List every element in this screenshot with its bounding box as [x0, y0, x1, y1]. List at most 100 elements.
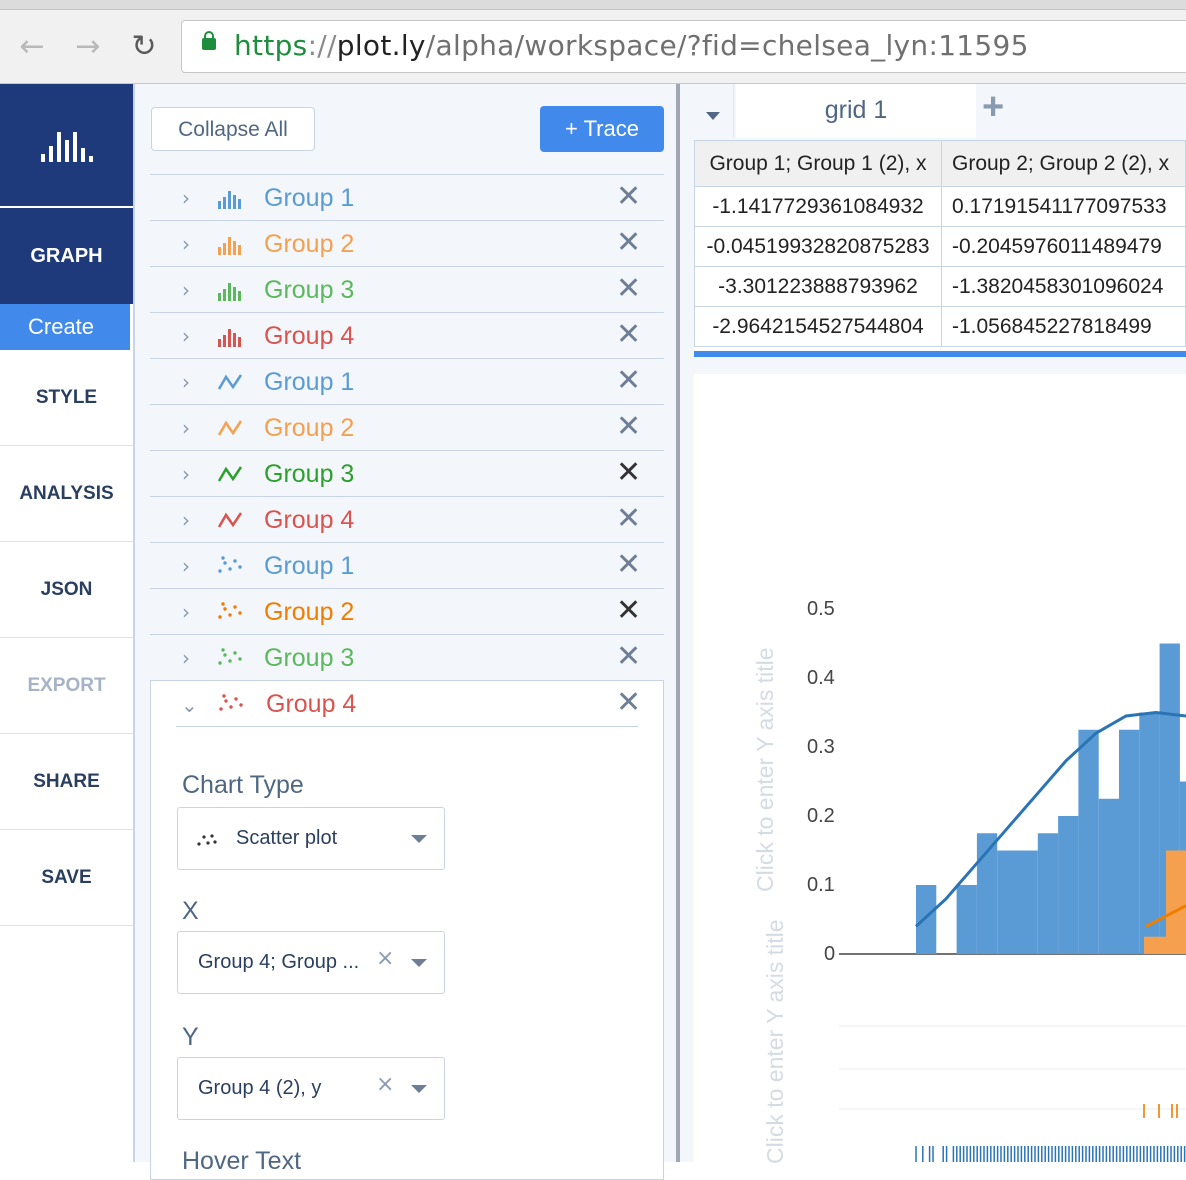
close-icon[interactable]: ✕ [616, 593, 641, 628]
chevron-right-icon[interactable]: › [182, 602, 190, 622]
chevron-down-icon[interactable] [411, 959, 427, 967]
trace-label: Group 2 [264, 598, 355, 626]
grid-cell[interactable]: -1.1417729361084932 [694, 186, 942, 227]
trace-row[interactable]: › Group 1 ✕ [150, 542, 664, 588]
grid-dropdown[interactable] [694, 84, 734, 138]
clear-icon[interactable]: × [376, 1072, 394, 1097]
histogram-bar[interactable] [997, 850, 1018, 955]
close-icon[interactable]: ✕ [616, 639, 641, 674]
close-icon[interactable]: ✕ [616, 547, 641, 582]
trace-label: Group 3 [264, 644, 355, 672]
nav-style[interactable]: STYLE [0, 350, 133, 446]
nav-analysis[interactable]: ANALYSIS [0, 446, 133, 542]
grid-cell[interactable]: -1.056845227818499 [941, 306, 1186, 347]
chevron-right-icon[interactable]: › [182, 280, 190, 300]
grid-column-header[interactable]: Group 2; Group 2 (2), x [941, 140, 1186, 187]
chevron-right-icon[interactable]: › [182, 464, 190, 484]
histogram-bar[interactable] [1098, 798, 1119, 954]
histogram-bar[interactable] [1037, 833, 1059, 954]
chevron-right-icon[interactable]: › [182, 648, 190, 668]
histogram-bar[interactable] [1017, 850, 1038, 955]
trace-row[interactable]: › Group 1 ✕ [150, 358, 664, 404]
chevron-right-icon[interactable]: › [182, 188, 190, 208]
trace-row[interactable]: › Group 4 ✕ [150, 496, 664, 542]
grid-cell[interactable]: -1.3820458301096024 [941, 266, 1186, 307]
close-icon[interactable]: ✕ [616, 501, 641, 536]
chevron-down-icon[interactable] [411, 835, 427, 843]
histogram-bar[interactable] [916, 885, 937, 954]
line-trace-icon [217, 374, 243, 390]
grid-column-header[interactable]: Group 1; Group 1 (2), x [694, 140, 942, 187]
chevron-right-icon[interactable]: › [182, 556, 190, 576]
table-row: -2.9642154527544804 -1.056845227818499 [694, 306, 1186, 347]
histogram-bar[interactable] [1144, 936, 1166, 954]
trace-row[interactable]: › Group 1 ✕ [150, 174, 664, 220]
nav-json[interactable]: JSON [0, 542, 133, 638]
chevron-right-icon[interactable]: › [182, 510, 190, 530]
chevron-right-icon[interactable]: › [182, 418, 190, 438]
chevron-down-icon[interactable] [411, 1085, 427, 1093]
close-icon[interactable]: ✕ [616, 455, 641, 490]
y-select[interactable]: Group 4 (2), y × [177, 1057, 445, 1120]
chevron-right-icon[interactable]: › [182, 234, 190, 254]
nav-export[interactable]: EXPORT [0, 638, 133, 734]
trace-row-expanded[interactable]: ⌄ Group 4 ✕ [176, 681, 641, 727]
close-icon[interactable]: ✕ [616, 179, 641, 214]
clear-icon[interactable]: × [376, 946, 394, 971]
caret-down-icon [706, 112, 720, 120]
trace-row[interactable]: › Group 4 ✕ [150, 312, 664, 358]
address-bar[interactable]: https://plot.ly/alpha/workspace/?fid=che… [181, 20, 1186, 73]
add-grid-icon[interactable]: + [982, 86, 1004, 129]
collapse-all-button[interactable]: Collapse All [151, 107, 315, 151]
histogram-bar[interactable] [1166, 850, 1186, 955]
forward-icon[interactable]: → [71, 30, 105, 64]
close-icon[interactable]: ✕ [616, 225, 641, 260]
grid-cell[interactable]: 0.17191541177097533 [941, 186, 1186, 227]
left-nav: GRAPH Create STYLE ANALYSIS JSON EXPORT … [0, 84, 135, 1162]
close-icon[interactable]: ✕ [616, 271, 641, 306]
nav-save[interactable]: SAVE [0, 830, 133, 926]
close-icon[interactable]: ✕ [616, 317, 641, 352]
nav-share[interactable]: SHARE [0, 734, 133, 830]
trace-row[interactable]: › Group 2 ✕ [150, 588, 664, 634]
histogram-bar[interactable] [1058, 816, 1079, 954]
histogram-chart[interactable] [694, 374, 1186, 1162]
add-trace-button[interactable]: + Trace [540, 106, 664, 152]
grid-cell[interactable]: -0.2045976011489479 [941, 226, 1186, 267]
histogram-trace-icon [218, 237, 241, 255]
histogram-bar[interactable] [956, 885, 977, 954]
grid-header-row: Group 1; Group 1 (2), x Group 2; Group 2… [694, 140, 1186, 187]
trace-row[interactable]: › Group 3 ✕ [150, 634, 664, 680]
chevron-right-icon[interactable]: › [182, 372, 190, 392]
nav-graph[interactable]: GRAPH [0, 208, 133, 304]
grid-cell[interactable]: -2.9642154527544804 [694, 306, 942, 347]
chart-type-select[interactable]: Scatter plot [177, 807, 445, 870]
x-select[interactable]: Group 4; Group ... × [177, 931, 445, 994]
grid-scrollbar[interactable] [694, 351, 1186, 357]
back-icon[interactable]: ← [15, 30, 49, 64]
chevron-right-icon[interactable]: › [182, 326, 190, 346]
grid-cell[interactable]: -0.04519932820875283 [694, 226, 942, 267]
lock-icon [202, 31, 216, 50]
nav-create[interactable]: Create [0, 304, 130, 350]
reload-icon[interactable]: ↻ [127, 30, 161, 64]
trace-row[interactable]: › Group 2 ✕ [150, 404, 664, 450]
close-icon[interactable]: ✕ [616, 363, 641, 398]
close-icon[interactable]: ✕ [616, 409, 641, 444]
trace-list: › Group 1 ✕ › Group 2 ✕ › Group 3 ✕ › Group 4 ✕ › Gro… [150, 174, 664, 680]
close-icon[interactable]: ✕ [616, 685, 641, 720]
histogram-bar[interactable] [1078, 729, 1099, 954]
histogram-trace-icon [218, 283, 241, 301]
grid-cell[interactable]: -3.301223888793962 [694, 266, 942, 307]
histogram-bar[interactable] [1119, 729, 1140, 954]
chevron-down-icon[interactable]: ⌄ [181, 693, 198, 717]
trace-row[interactable]: › Group 3 ✕ [150, 450, 664, 496]
plotly-logo[interactable] [0, 84, 133, 206]
trace-row[interactable]: › Group 2 ✕ [150, 220, 664, 266]
tab-grid-1[interactable]: grid 1 [736, 84, 976, 138]
trace-label: Group 2 [264, 414, 355, 442]
trace-row[interactable]: › Group 3 ✕ [150, 266, 664, 312]
histogram-bar[interactable] [1139, 712, 1160, 955]
trace-label: Group 1 [264, 368, 355, 396]
trace-label: Group 1 [264, 552, 355, 580]
